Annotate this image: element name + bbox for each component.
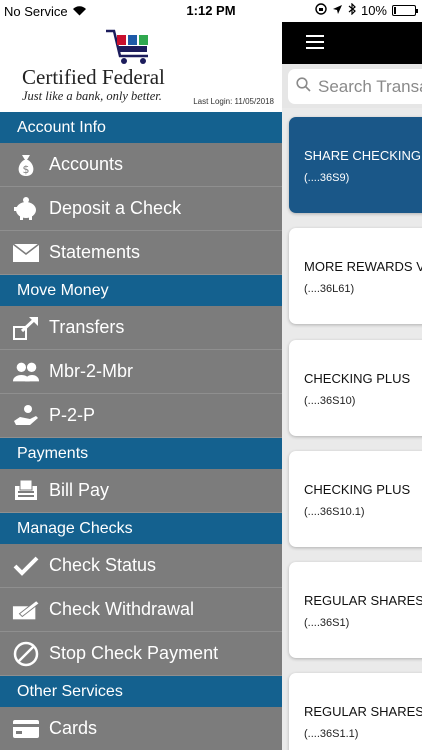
menu-label-check-status: Check Status bbox=[49, 555, 157, 575]
section-manage-checks: Manage Checks bbox=[0, 513, 282, 544]
top-bar bbox=[282, 22, 422, 64]
menu-item-cards[interactable]: Cards bbox=[0, 707, 282, 750]
check-pen-icon bbox=[12, 596, 40, 624]
hamburger-menu-icon[interactable] bbox=[306, 35, 324, 49]
transfer-arrows-icon bbox=[12, 314, 40, 342]
account-name: CHECKING PLUS bbox=[304, 371, 411, 386]
menu-label-accounts: Accounts bbox=[49, 154, 124, 174]
hand-coin-icon bbox=[12, 402, 40, 430]
account-number: (....36S1.1) bbox=[304, 728, 359, 740]
section-account-info: Account Info bbox=[0, 112, 282, 143]
menu-label-p2p: P-2-P bbox=[49, 405, 96, 425]
checkmark-icon bbox=[12, 552, 40, 580]
bluetooth-icon bbox=[348, 2, 356, 18]
svg-text:$: $ bbox=[23, 163, 30, 176]
search-placeholder: Search Transactions bbox=[318, 76, 422, 96]
navigation-drawer: Certified Federal Just like a bank, only… bbox=[0, 22, 282, 750]
menu-label-transfers: Transfers bbox=[49, 317, 125, 337]
section-payments: Payments bbox=[0, 438, 282, 469]
logo-area: Certified Federal Just like a bank, only… bbox=[0, 22, 282, 112]
account-number: (....36S1) bbox=[304, 617, 350, 629]
section-move-money: Move Money bbox=[0, 275, 282, 306]
account-number: (....36L61) bbox=[304, 283, 355, 295]
members-icon bbox=[12, 358, 40, 386]
envelope-icon bbox=[12, 239, 40, 267]
account-card-regular-shares[interactable]: REGULAR SHARES (....36S1) bbox=[289, 562, 422, 658]
search-input[interactable]: Search Transactions bbox=[288, 69, 422, 104]
menu-item-transfers[interactable]: Transfers bbox=[0, 306, 282, 350]
account-card-more-rewards[interactable]: MORE REWARDS VISA (....36L61) bbox=[289, 228, 422, 324]
search-icon bbox=[296, 76, 311, 97]
battery-icon bbox=[392, 5, 418, 16]
location-icon bbox=[332, 3, 343, 18]
menu-label-statements: Statements bbox=[49, 242, 141, 262]
account-card-regular-shares-1[interactable]: REGULAR SHARES (....36S1.1) bbox=[289, 673, 422, 750]
account-name: CHECKING PLUS bbox=[304, 482, 411, 497]
piggy-bank-icon bbox=[12, 195, 40, 223]
account-card-share-checking[interactable]: SHARE CHECKING (....36S9) bbox=[289, 117, 422, 213]
menu-label-bill-pay: Bill Pay bbox=[49, 480, 110, 500]
credit-card-icon bbox=[12, 715, 40, 743]
lock-rotation-icon bbox=[315, 3, 327, 18]
menu-item-accounts[interactable]: $ Accounts bbox=[0, 143, 282, 187]
money-bag-icon: $ bbox=[12, 151, 40, 179]
account-name: REGULAR SHARES bbox=[304, 704, 422, 719]
account-number: (....36S9) bbox=[304, 172, 350, 184]
menu-item-p2p[interactable]: P-2-P bbox=[0, 394, 282, 438]
brand-name: Certified Federal bbox=[22, 65, 165, 89]
menu-label-deposit-check: Deposit a Check bbox=[49, 198, 182, 218]
brand-tagline: Just like a bank, only better. bbox=[22, 89, 162, 103]
menu-label-stop-check: Stop Check Payment bbox=[49, 643, 219, 663]
menu-item-statements[interactable]: Statements bbox=[0, 231, 282, 275]
account-number: (....36S10) bbox=[304, 395, 356, 407]
search-bar: Search Transactions bbox=[282, 64, 422, 108]
menu-item-bill-pay[interactable]: Bill Pay bbox=[0, 469, 282, 513]
menu-item-stop-check[interactable]: Stop Check Payment bbox=[0, 632, 282, 676]
menu-label-mbr2mbr: Mbr-2-Mbr bbox=[49, 361, 133, 381]
bill-pay-icon bbox=[12, 477, 40, 505]
account-name: MORE REWARDS VISA bbox=[304, 259, 422, 274]
account-card-checking-plus-1[interactable]: CHECKING PLUS (....36S10.1) bbox=[289, 451, 422, 547]
section-other-services: Other Services bbox=[0, 676, 282, 707]
prohibited-icon bbox=[12, 640, 40, 668]
menu-label-check-withdrawal: Check Withdrawal bbox=[49, 599, 195, 619]
menu-item-deposit-check[interactable]: Deposit a Check bbox=[0, 187, 282, 231]
account-name: REGULAR SHARES bbox=[304, 593, 422, 608]
last-login: Last Login: 11/05/2018 bbox=[193, 97, 274, 106]
status-bar: No Service 1:12 PM 10% bbox=[0, 0, 422, 22]
menu-item-mbr2mbr[interactable]: Mbr-2-Mbr bbox=[0, 350, 282, 394]
accounts-panel: Search Transactions SHARE CHECKING (....… bbox=[282, 22, 422, 750]
account-number: (....36S10.1) bbox=[304, 506, 365, 518]
account-name: SHARE CHECKING bbox=[304, 148, 422, 163]
menu-item-check-withdrawal[interactable]: Check Withdrawal bbox=[0, 588, 282, 632]
battery-percent: 10% bbox=[360, 3, 387, 18]
menu-label-cards: Cards bbox=[49, 718, 98, 738]
account-card-checking-plus[interactable]: CHECKING PLUS (....36S10) bbox=[289, 340, 422, 436]
menu-item-check-status[interactable]: Check Status bbox=[0, 544, 282, 588]
